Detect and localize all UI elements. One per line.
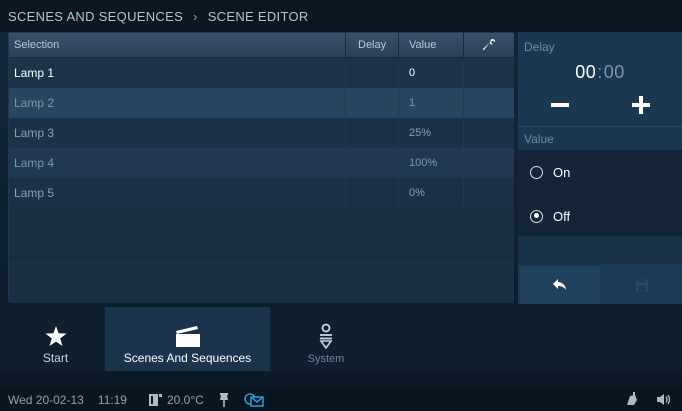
radio-off-label: Off (553, 208, 571, 224)
radio-on-indicator (530, 165, 543, 179)
tab-system[interactable]: System (272, 307, 380, 371)
radio-on[interactable]: On (518, 150, 682, 194)
status-date: Wed 20-02-13 (8, 392, 84, 407)
save-button[interactable] (602, 266, 682, 304)
table-row[interactable]: Lamp 1 0 (9, 58, 514, 88)
delay-seconds: 00 (603, 62, 625, 82)
scene-editor-screen: SCENES AND SEQUENCES › SCENE EDITOR Sele… (0, 0, 682, 411)
breadcrumb-current: SCENE EDITOR (207, 8, 309, 24)
row-delay (346, 118, 399, 148)
row-value: 0% (399, 178, 464, 208)
row-name: Lamp 5 (9, 178, 346, 208)
plus-icon (632, 96, 650, 114)
minus-icon (551, 103, 569, 107)
delay-minutes: 00 (575, 62, 597, 82)
radio-off[interactable]: Off (518, 194, 682, 238)
row-tool-cell (464, 178, 514, 208)
wrench-icon[interactable] (464, 33, 514, 57)
divider (518, 126, 682, 127)
row-value: 1 (399, 88, 464, 118)
row-delay (346, 148, 399, 178)
decrease-delay-button[interactable] (520, 87, 600, 123)
delay-time-display[interactable]: 00:00 (518, 62, 682, 83)
radio-on-label: On (553, 164, 571, 180)
tab-system-label: System (307, 353, 345, 365)
tab-scenes-and-sequences[interactable]: Scenes And Sequences (105, 307, 270, 371)
row-delay (346, 88, 399, 118)
delay-colon: : (597, 62, 603, 82)
header-delay[interactable]: Delay (346, 33, 399, 57)
table-row[interactable]: Lamp 2 1 (9, 88, 514, 118)
system-icon (319, 323, 333, 349)
row-value: 100% (399, 148, 464, 178)
scene-table: Selection Delay Value Lamp 1 0 Lamp 2 1 … (8, 32, 514, 303)
clapperboard-icon (175, 325, 201, 347)
row-delay (346, 58, 399, 88)
divider (9, 257, 514, 258)
table-row[interactable]: Lamp 4 100% (9, 148, 514, 178)
pin-icon[interactable] (218, 392, 230, 407)
volume-icon[interactable] (656, 393, 672, 406)
breadcrumb-parent[interactable]: SCENES AND SEQUENCES (8, 9, 183, 24)
row-delay (346, 178, 399, 208)
header-selection[interactable]: Selection (9, 33, 346, 57)
row-name: Lamp 3 (9, 118, 346, 148)
table-header: Selection Delay Value (9, 33, 514, 57)
header-value[interactable]: Value (399, 33, 464, 57)
table-row[interactable]: Lamp 5 0% (9, 178, 514, 208)
back-button[interactable] (520, 266, 600, 304)
row-tool-cell (464, 148, 514, 178)
bottom-navigation: Start Scenes And Sequences System (0, 307, 682, 371)
row-tool-cell (464, 118, 514, 148)
table-row[interactable]: Lamp 3 25% (9, 118, 514, 148)
status-temperature: 20.0°C (166, 392, 204, 407)
row-name: Lamp 1 (9, 58, 346, 88)
increase-delay-button[interactable] (601, 87, 681, 123)
radio-off-indicator (530, 209, 543, 223)
breadcrumb: SCENES AND SEQUENCES › SCENE EDITOR (0, 0, 682, 32)
row-name: Lamp 2 (9, 88, 346, 118)
breadcrumb-separator: › (193, 8, 198, 24)
row-tool-cell (464, 58, 514, 88)
delay-label: Delay (524, 40, 555, 54)
value-label: Value (524, 132, 554, 146)
message-icon[interactable] (244, 392, 264, 407)
side-panel-spacer (518, 236, 682, 264)
cleaning-icon[interactable] (625, 392, 639, 406)
star-icon (45, 326, 67, 347)
save-icon (636, 279, 648, 291)
status-bar: Wed 20-02-13 11:19 20.0°C (0, 388, 682, 411)
row-name: Lamp 4 (9, 148, 346, 178)
tab-start-label: Start (42, 351, 69, 365)
status-time: 11:19 (97, 392, 127, 407)
back-arrow-icon (553, 279, 566, 290)
table-empty-area (9, 207, 514, 303)
thermometer-icon (148, 393, 163, 407)
side-panel: Delay 00:00 Value On Off (518, 32, 682, 304)
tab-scenes-label: Scenes And Sequences (123, 351, 252, 365)
tab-start[interactable]: Start (8, 307, 103, 371)
row-value: 0 (399, 58, 464, 88)
row-value: 25% (399, 118, 464, 148)
row-tool-cell (464, 88, 514, 118)
